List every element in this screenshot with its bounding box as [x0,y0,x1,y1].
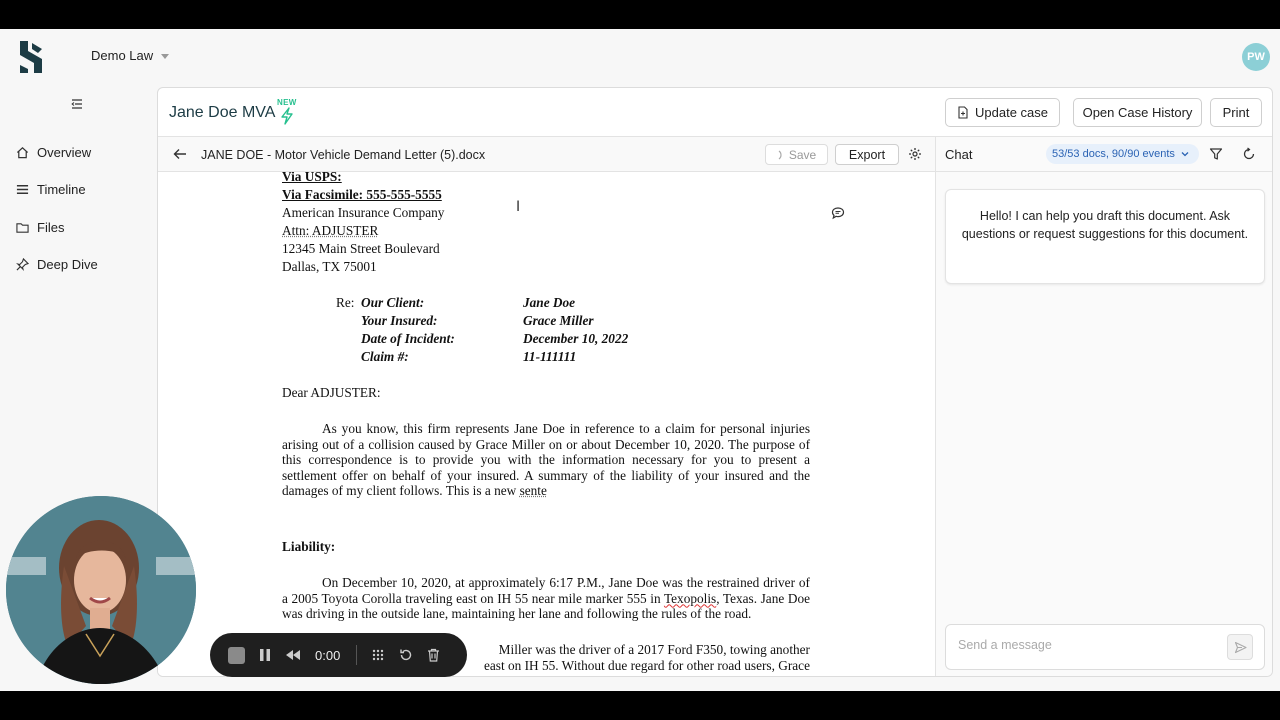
sidebar-item-label: Overview [37,145,92,161]
sidebar-item-timeline[interactable]: Timeline [16,171,98,208]
chat-header: Chat 53/53 docs, 90/90 events [936,137,1272,172]
re-label: Re: [336,295,355,310]
re-value: Grace Miller [523,313,594,328]
stop-recording-button[interactable] [228,646,245,664]
intro-tail-text: sente [519,483,547,498]
pause-icon [260,649,270,661]
re-value: 11-111111 [523,349,577,364]
intro-paragraph: As you know, this firm represents Jane D… [282,421,810,499]
chevron-down-icon [161,54,170,59]
drag-dots-icon [373,649,384,661]
chat-input-box [945,624,1265,670]
recording-timer: 0:00 [315,647,341,663]
assistant-message: Hello! I can help you draft this documen… [945,189,1265,284]
list-icon [16,185,29,195]
case-header: Jane Doe MVA NEW Update case Open Case H… [158,88,1272,137]
comment-icon[interactable] [831,206,845,220]
update-case-button[interactable]: Update case [945,98,1060,127]
misspelled-word: Texopolis [663,590,717,606]
print-button[interactable]: Print [1210,98,1262,127]
app-logo-icon[interactable] [14,39,48,75]
salutation: Dear ADJUSTER: [282,385,381,400]
divider [356,645,358,665]
case-workspace: Jane Doe MVA NEW Update case Open Case H… [157,87,1273,677]
address-line: Dallas, TX 75001 [282,259,377,274]
sidebar-item-label: Timeline [37,182,86,198]
re-key: Date of Incident: [361,331,455,346]
save-button[interactable]: Save [765,144,828,165]
chat-title: Chat [945,147,973,162]
case-title: Jane Doe MVA [169,104,276,121]
re-key: Your Insured: [361,313,438,328]
re-value: December 10, 2022 [523,331,629,346]
back-arrow-icon[interactable] [173,147,187,161]
save-label: Save [788,147,817,162]
collapse-sidebar-icon[interactable] [70,97,84,111]
send-button[interactable] [1227,634,1253,660]
re-key: Claim #: [361,349,409,364]
chevron-down-icon [1181,152,1189,157]
org-switcher[interactable]: Demo Law [91,48,170,63]
send-icon [1234,641,1247,653]
restart-button[interactable] [399,648,413,662]
new-badge: NEW [277,98,297,107]
presenter-video [6,496,196,684]
folder-icon [16,222,29,233]
org-name: Demo Law [91,48,154,63]
address-line: Via USPS: [282,172,342,184]
rewind-button[interactable] [285,649,301,661]
drag-handle[interactable] [371,648,385,662]
print-label: Print [1222,105,1250,120]
chat-panel: Chat 53/53 docs, 90/90 events Hello! I c… [935,137,1272,676]
home-icon [16,147,29,159]
document-filename: JANE DOE - Motor Vehicle Demand Letter (… [201,148,486,162]
sidebar-item-label: Deep Dive [37,257,98,273]
attn-text: Attn: ADJUSTER [282,223,379,238]
sidebar-item-label: Files [37,219,65,235]
restart-icon [400,649,412,661]
docs-filter-dropdown[interactable]: 53/53 docs, 90/90 events [1046,144,1199,164]
re-value: Jane Doe [523,295,576,310]
document-toolbar: JANE DOE - Motor Vehicle Demand Letter (… [158,137,935,172]
address-line: 12345 Main Street Boulevard [282,241,440,256]
delete-recording-button[interactable] [427,648,440,662]
refresh-icon[interactable] [1242,147,1256,161]
open-case-history-label: Open Case History [1082,105,1193,120]
rewind-icon [286,650,300,660]
re-key: Our Client: [361,295,425,310]
document-editor[interactable]: Via USPS: Via Facsimile: 555-555-5555 Am… [158,172,935,676]
text-cursor-icon: I [516,199,521,215]
filter-icon[interactable] [1209,147,1223,161]
update-case-label: Update case [975,105,1048,120]
recording-controls: 0:00 [210,633,467,677]
pause-button[interactable] [259,648,271,662]
export-button[interactable]: Export [835,144,899,165]
chat-message-input[interactable] [958,638,1208,652]
liability-heading: Liability: [282,539,336,554]
pin-icon [16,258,29,271]
app-window: Demo Law PW Overview Timeline Files Deep… [0,29,1280,691]
trash-icon [428,648,440,662]
webcam-overlay[interactable] [6,496,196,684]
user-avatar[interactable]: PW [1242,43,1270,71]
spinner-icon [778,150,782,159]
sidebar-nav: Overview Timeline Files Deep Dive [16,134,98,283]
address-line: American Insurance Company [282,205,445,220]
open-case-history-button[interactable]: Open Case History [1073,98,1202,127]
liability-paragraph: On December 10, 2020, at approximately 6… [282,575,810,622]
docs-filter-label: 53/53 docs, 90/90 events [1052,148,1175,160]
sidebar-item-files[interactable]: Files [16,209,98,246]
address-line: Attn: ADJUSTER [282,222,812,240]
lightning-icon [281,107,293,125]
file-plus-icon [958,106,968,119]
sidebar-item-deep-dive[interactable]: Deep Dive [16,246,98,283]
gear-icon[interactable] [908,147,922,161]
document-page[interactable]: Via USPS: Via Facsimile: 555-555-5555 Am… [282,172,812,673]
address-line: Via Facsimile: 555-555-5555 [282,187,442,202]
sidebar-item-overview[interactable]: Overview [16,134,98,171]
